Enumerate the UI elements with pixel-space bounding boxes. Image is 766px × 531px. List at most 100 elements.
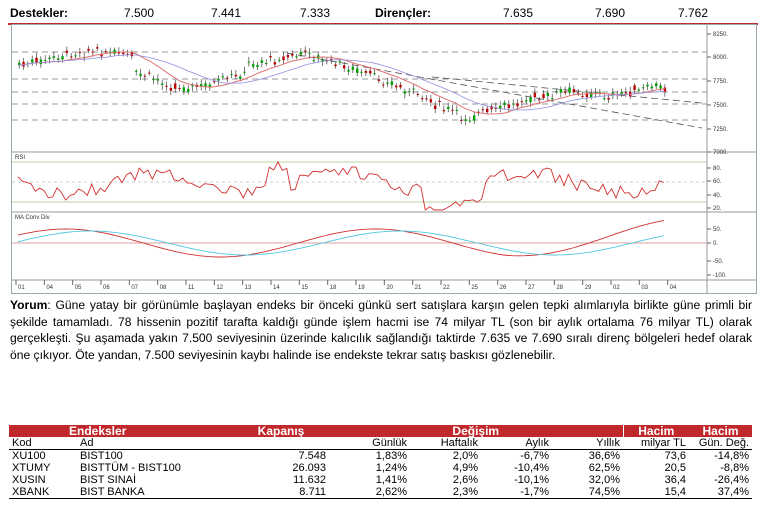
candle-body [429,99,433,103]
price-tick-label: 7750. [713,79,728,85]
col-name: Ad [77,437,233,450]
col-monthly: Aylık [481,437,552,450]
row-weekly: 2,6% [452,474,478,486]
row-code: XUSIN [12,474,46,486]
price-tick-label: 8250. [713,32,728,38]
table-row: XTUMY BISTTÜM - BIST100 26.093 1,24% 4,9… [9,462,752,474]
date-label: 15 [301,285,308,291]
row-volume: 15,4 [664,486,686,498]
row-volume-change: -26,4% [714,474,749,486]
candle-body [559,89,563,93]
candle-body [299,51,303,55]
candle-body [174,83,177,89]
header-change: Değişim [329,425,623,437]
date-label: 29 [585,285,592,291]
row-code: XTUMY [12,462,51,474]
candle-body [247,61,251,63]
candle-body [104,51,108,53]
candle-body [31,59,34,63]
date-label: 04 [46,285,53,291]
candle-body [278,59,281,61]
candle-body [516,103,519,107]
row-close: 7.548 [298,450,326,462]
candle-body [165,85,168,87]
macd-tick-label: 0. [713,241,718,247]
candle-body [304,50,307,52]
table-row: XUSIN BIST SINAİ 11.632 1,41% 2,6% -10,1… [9,474,752,486]
candle-body [412,88,415,90]
candle-body [577,92,580,94]
candle-body [468,120,472,122]
candle-body [252,64,255,67]
candle-body [382,84,385,86]
candle-body [624,92,628,94]
candle-body [135,70,138,72]
candle-body [572,89,576,92]
candle-body [464,119,467,121]
row-monthly: -10,1% [514,474,549,486]
row-volume: 20,5 [664,462,686,474]
candle-body [39,59,43,65]
col-yearly: Yıllık [552,437,623,450]
row-volume-change: -14,8% [714,450,749,462]
rsi-tick-label: 80. [713,166,722,172]
support-resistance-bar: Destekler: 7.500 7.441 7.333 Dirençler: … [8,3,758,25]
row-yearly: 62,5% [588,462,620,474]
candle-body [295,56,298,58]
candle-body [399,84,402,88]
candle-body [442,110,446,112]
row-volume-change: 37,4% [717,486,749,498]
candle-body [148,72,151,74]
candle-body [538,99,541,101]
candle-body [96,47,99,49]
candle-body [377,79,381,81]
candle-body [48,57,51,60]
candle-body [182,87,186,92]
candle-body [486,108,489,113]
candle-body [421,98,424,100]
commentary: Yorum: Güne yatay bir görünümle başlayan… [10,297,752,363]
candle-body [455,109,459,111]
row-close: 8.711 [299,486,326,498]
candle-body [650,86,654,89]
candle-body [187,88,190,92]
row-weekly: 4,9% [452,462,478,474]
candle-body [178,88,181,90]
candle-body [373,73,376,75]
support-1: 7.500 [124,6,155,20]
date-label: 03 [641,285,648,291]
candle-body [520,101,524,103]
table-row: XBANK BIST BANKA 8.711 2,62% 2,3% -1,7% … [9,486,752,499]
support-2: 7.441 [211,6,242,20]
table-row: XU100 BIST100 7.548 1,83% 2,0% -6,7% 36,… [9,450,752,463]
chart-svg: 8250. 8000. 7750. 7500. 7250. 7000. RSI 80. 60. 4… [12,25,756,293]
candle-body [642,87,645,89]
row-daily: 1,41% [375,474,407,486]
rsi-tick-label: 40. [713,193,722,199]
price-tick-label: 7000. [713,150,728,156]
date-label: 25 [471,285,478,291]
candle-body [451,109,454,111]
candle-body [581,95,584,97]
date-label: 04 [670,285,677,291]
candle-body [65,50,69,53]
candle-body [87,48,90,51]
moving-average-line [19,51,665,115]
candle-body [282,56,285,61]
col-volume: milyar TL [623,437,689,450]
row-yearly: 32,0% [588,474,620,486]
candle-body [239,76,242,79]
candle-body [395,85,398,88]
candle-body [143,75,147,77]
date-label: 22 [443,285,450,291]
candle-body [122,52,125,55]
table-group-header: Endeksler Kapanış Değişim Hacim Hacim [9,425,752,437]
row-monthly: -1,7% [520,486,549,498]
candle-body [273,62,277,65]
row-code: XU100 [12,450,46,462]
candle-body [447,106,450,110]
candle-body [256,64,259,68]
date-label: 27 [528,285,535,291]
date-label: 12 [216,285,223,291]
row-monthly: -6,7% [520,450,549,462]
